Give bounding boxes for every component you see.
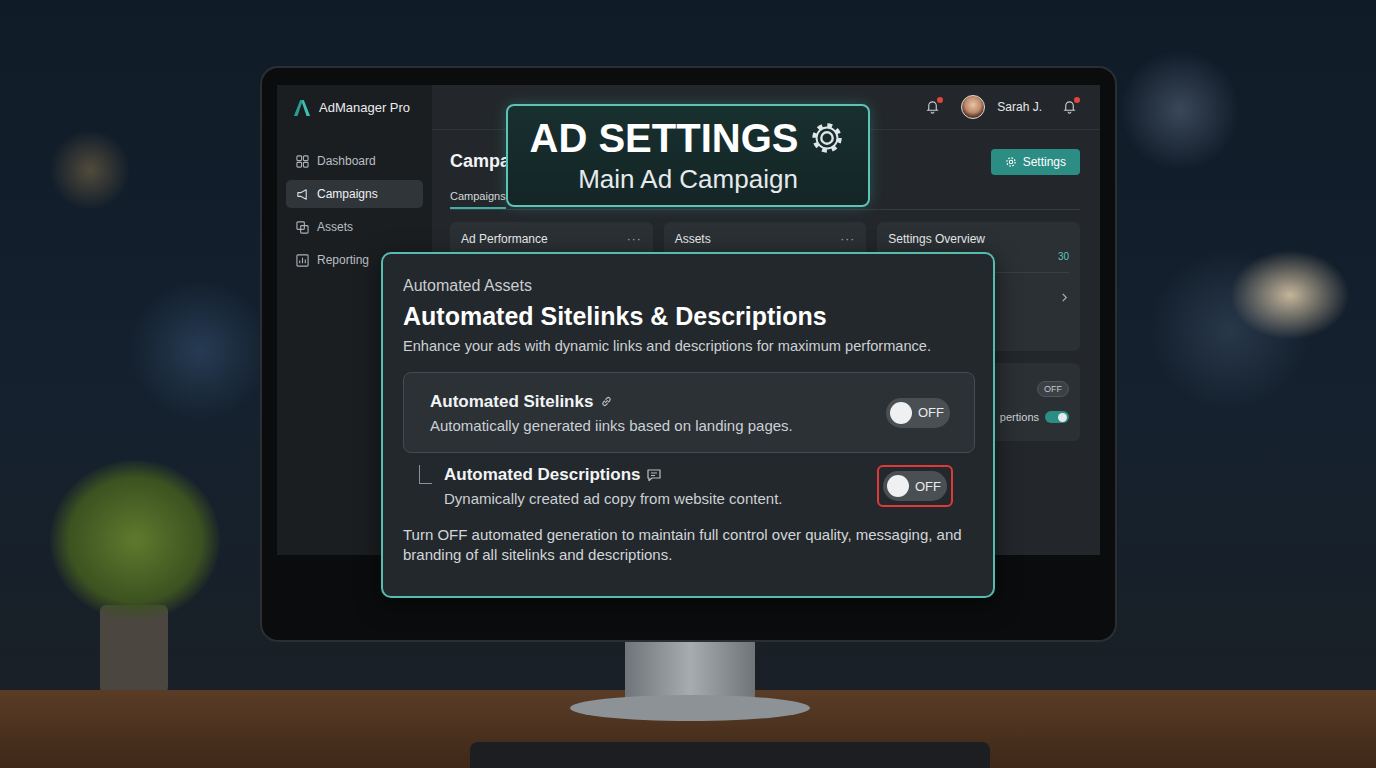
toggle-knob — [890, 402, 912, 424]
card-menu-button[interactable]: ··· — [840, 232, 855, 246]
card-title: Ad Performance — [461, 232, 548, 246]
brand[interactable]: AdManager Pro — [277, 85, 432, 130]
status-pill[interactable]: OFF — [1037, 381, 1069, 397]
option-label-row: Automated Descriptions — [444, 465, 865, 485]
plant — [50, 460, 220, 620]
panel-subtitle: Enhance your ads with dynamic links and … — [403, 337, 975, 356]
toggle-switch[interactable]: OFF — [886, 398, 950, 428]
logo-icon — [293, 99, 311, 117]
chart-icon — [296, 254, 309, 267]
toggle-label: OFF — [915, 479, 941, 494]
panel-title: Automated Sitelinks & Descriptions — [403, 301, 975, 331]
option-text: Automated Sitelinks Automatically generat… — [430, 392, 868, 434]
notification-button[interactable] — [925, 99, 941, 115]
toggle-highlight: OFF — [880, 392, 956, 434]
user-name[interactable]: Sarah J. — [997, 100, 1042, 114]
tab[interactable]: Campaigns — [450, 187, 506, 209]
option-label-row: Automated Sitelinks — [430, 392, 868, 412]
option-text: Automated Descriptions Dynamically create… — [444, 465, 865, 507]
sidebar-item-label: Assets — [317, 220, 353, 234]
sidebar-item-label: Reporting — [317, 253, 369, 267]
card-title: Assets — [675, 232, 711, 246]
keyboard — [470, 742, 990, 768]
option-label: Automated Descriptions — [444, 465, 640, 485]
card-header: Ad Performance ··· — [461, 232, 642, 246]
option-description: Automatically generated iinks based on l… — [430, 417, 868, 434]
title-banner: AD SETTINGS Main Ad Campaign — [506, 104, 870, 207]
page-title: Campa — [450, 151, 510, 172]
panel-eyebrow: Automated Assets — [403, 276, 975, 295]
toggle-knob — [887, 475, 909, 497]
toggle-label: OFF — [918, 405, 944, 420]
notification-button[interactable] — [1062, 99, 1078, 115]
message-icon — [646, 467, 662, 483]
lamp-glow — [1230, 250, 1350, 340]
copy-icon — [296, 221, 309, 234]
gear-icon — [808, 119, 846, 157]
option-row: Automated Sitelinks Automatically generat… — [403, 372, 975, 453]
card-title: Settings Overview — [888, 232, 985, 246]
card-header: Assets ··· — [675, 232, 856, 246]
toggle-highlight: OFF — [877, 465, 953, 507]
settings-row-label: pertions — [1000, 411, 1039, 423]
gear-icon — [1005, 156, 1017, 168]
sidebar-item[interactable]: Assets — [286, 213, 423, 241]
toggle-knob — [1058, 413, 1067, 422]
sidebar-item-label: Campaigns — [317, 187, 378, 201]
brand-name: AdManager Pro — [319, 100, 410, 115]
mini-toggle[interactable] — [1045, 411, 1069, 423]
option-row: Automated Descriptions Dynamically create… — [403, 453, 975, 515]
unread-dot — [1074, 97, 1080, 103]
settings-button-label: Settings — [1023, 155, 1066, 169]
dashboard-icon — [296, 155, 309, 168]
chevron-right-icon — [1060, 293, 1069, 302]
sidebar-item-label: Dashboard — [317, 154, 376, 168]
automated-assets-panel: Automated Assets Automated Sitelinks & De… — [381, 252, 995, 598]
overview-value: 30 — [1058, 251, 1069, 262]
card-menu-button[interactable]: ··· — [627, 232, 642, 246]
sidebar-item[interactable]: Campaigns — [286, 180, 423, 208]
unread-dot — [937, 97, 943, 103]
banner-title: AD SETTINGS — [530, 116, 799, 160]
office-scene: AdManager Pro Dashboard Campaigns Assets Rep… — [0, 0, 1376, 768]
megaphone-icon — [296, 188, 309, 201]
link-icon — [599, 394, 614, 409]
option-description: Dynamically created ad copy from website… — [444, 490, 865, 507]
monitor-base — [570, 695, 810, 721]
banner-subtitle: Main Ad Campaign — [578, 164, 798, 195]
user-avatar[interactable] — [961, 95, 985, 119]
tree-connector-icon — [419, 465, 432, 484]
option-label: Automated Sitelinks — [430, 392, 593, 412]
toggle-switch[interactable]: OFF — [883, 471, 947, 501]
settings-button[interactable]: Settings — [991, 149, 1080, 175]
monitor-stand — [625, 630, 755, 705]
sidebar-item[interactable]: Dashboard — [286, 147, 423, 175]
banner-title-row: AD SETTINGS — [530, 116, 847, 160]
card-header: Settings Overview — [888, 232, 1069, 246]
panel-note: Turn OFF automated generation to maintai… — [403, 525, 975, 566]
